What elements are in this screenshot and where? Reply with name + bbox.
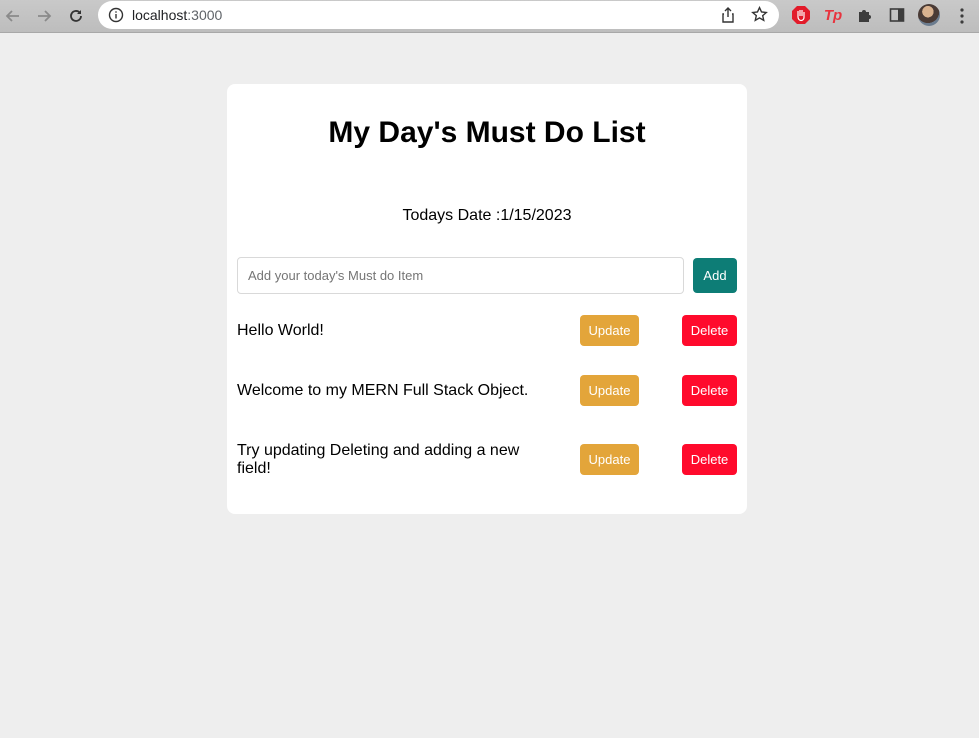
share-icon[interactable] [720,7,736,23]
info-icon[interactable] [108,7,124,23]
update-button[interactable]: Update [580,375,639,406]
more-menu-icon[interactable] [955,6,969,26]
reload-button[interactable] [65,5,87,27]
back-button[interactable] [2,5,24,27]
tp-extension-icon[interactable]: Tp [823,5,843,25]
delete-button[interactable]: Delete [682,315,737,346]
browser-toolbar: localhost:3000 Tp [0,0,979,33]
date-label: Todays Date : [402,207,501,224]
arrow-left-icon [5,10,19,22]
extensions-puzzle-icon[interactable] [855,5,875,25]
adblock-extension-icon[interactable] [791,5,811,25]
page-title: My Day's Must Do List [328,116,646,149]
todo-item-text: Welcome to my MERN Full Stack Object. [237,382,529,399]
add-button[interactable]: Add [693,258,737,293]
profile-avatar[interactable] [918,4,940,26]
forward-button[interactable] [33,5,55,27]
new-item-input[interactable] [237,257,684,294]
url-host: localhost [132,7,188,23]
url-text[interactable]: localhost:3000 [132,7,222,23]
todo-item-text: Hello World! [237,322,324,339]
address-bar[interactable]: localhost:3000 [98,1,779,29]
date-value: 1/15/2023 [500,207,572,224]
delete-button[interactable]: Delete [682,375,737,406]
update-button[interactable]: Update [580,444,639,475]
side-panel-icon[interactable] [887,5,907,25]
update-button[interactable]: Update [580,315,639,346]
reload-icon [70,10,82,22]
delete-button[interactable]: Delete [682,444,737,475]
arrow-right-icon [38,10,52,22]
url-port: :3000 [187,7,223,23]
todo-item-text: Try updating Deleting and adding a new f… [237,442,520,477]
bookmark-star-icon[interactable] [751,6,768,23]
todo-card: My Day's Must Do List Todays Date :1/15/… [227,84,747,514]
todays-date: Todays Date :1/15/2023 [227,207,747,225]
